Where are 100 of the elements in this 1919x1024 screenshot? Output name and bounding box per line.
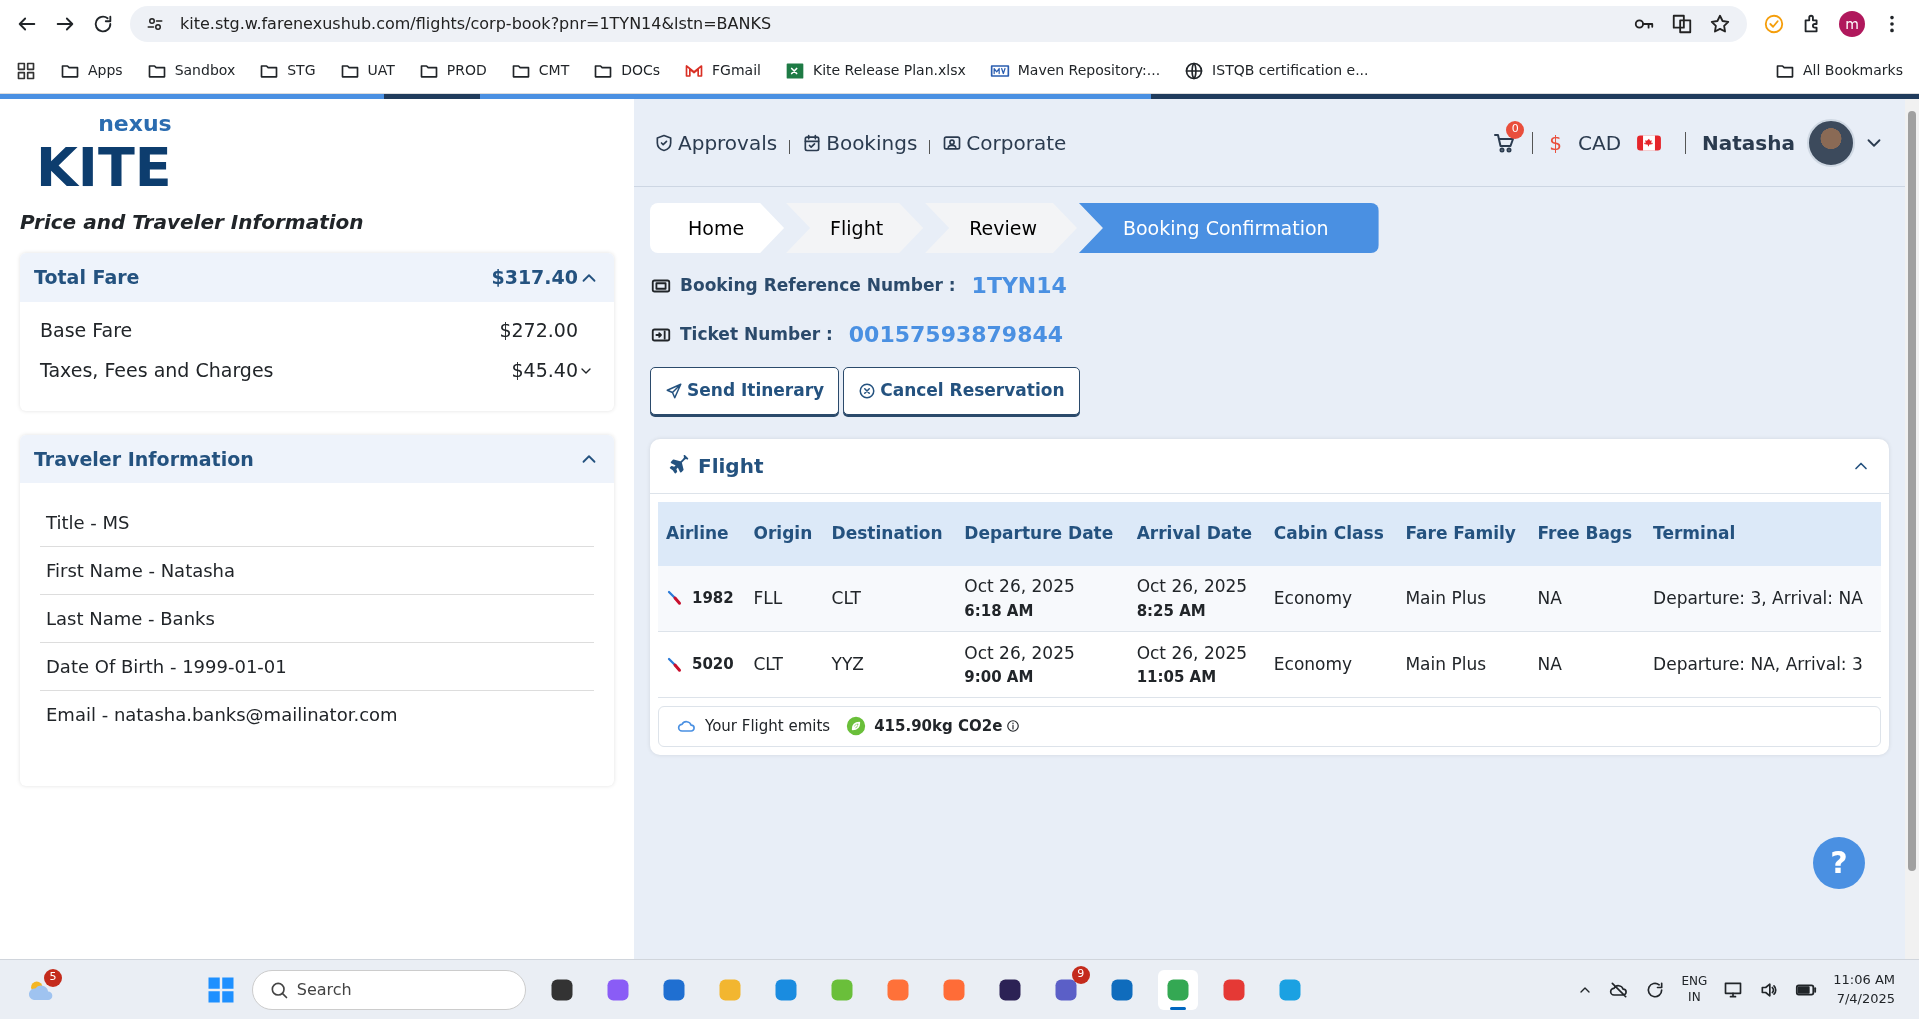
table-cell: Economy: [1265, 565, 1398, 632]
column-header: Origin: [745, 501, 824, 566]
time-text: 11:05 AM: [1136, 667, 1218, 688]
date-text: Oct 26, 2025: [1136, 641, 1249, 665]
traveler-field: First Name - Natasha: [40, 547, 594, 596]
traveler-field: Title - MS: [40, 499, 594, 548]
notification-badge: 9: [1071, 965, 1090, 984]
time-text: 8:25 AM: [1136, 600, 1207, 622]
bookmark-link[interactable]: FGmail: [684, 60, 761, 81]
table-cell: NA: [1529, 631, 1646, 698]
date-text: Oct 26, 2025: [964, 575, 1076, 599]
cancel-icon: [858, 381, 877, 400]
table-cell: Main Plus: [1397, 631, 1530, 698]
column-header: Departure Date: [956, 501, 1129, 566]
bookmark-link[interactable]: Kite Release Plan.xlsx: [784, 60, 966, 81]
bookmark-link[interactable]: UAT: [339, 60, 395, 81]
date-text: Oct 26, 2025: [1136, 575, 1249, 599]
traveler-field: Email - natasha.banks@mailinator.com: [40, 691, 594, 739]
cart-count-badge: 0: [1506, 120, 1525, 139]
search-placeholder: Search: [296, 978, 352, 1001]
globe-icon: [1184, 60, 1205, 81]
booking-label: Booking Reference Number :: [680, 273, 956, 297]
column-header: Fare Family: [1397, 501, 1530, 566]
booking-reference: 1TYN14: [971, 272, 1067, 300]
time-text: 6:18 AM: [964, 600, 1035, 622]
breadcrumb-step[interactable]: Home: [650, 203, 785, 253]
nav-link[interactable]: Bookings: [802, 127, 918, 158]
traveler-title: Traveler Information: [34, 447, 255, 472]
airline-tail-icon: [666, 589, 684, 608]
shield-icon: [654, 132, 674, 153]
currency-code: CAD: [1578, 129, 1622, 157]
bookmark-link[interactable]: STG: [259, 60, 316, 81]
bookmark-link[interactable]: DOCs: [593, 60, 661, 81]
address-bar[interactable]: kite.stg.w.farenexushub.com/flights/corp-book?pnr=1TYN14&lstn=BANKS: [130, 6, 1747, 42]
cloud-offline-icon[interactable]: [1609, 979, 1630, 1000]
bookmark-link[interactable]: ISTQB certification e...: [1184, 60, 1369, 81]
star-icon[interactable]: [1709, 13, 1731, 35]
column-header: Destination: [823, 501, 957, 566]
breadcrumb-step[interactable]: Review: [925, 203, 1077, 253]
table-cell: Main Plus: [1397, 565, 1530, 632]
flight-title: Flight: [698, 452, 765, 480]
fare-title: Total Fare: [34, 265, 141, 291]
kite-logo: nexus KITE: [35, 110, 173, 200]
emission-value: 415.90kg CO2e: [874, 716, 1003, 737]
fare-label: Taxes, Fees and Charges: [40, 358, 275, 384]
send-icon: [665, 381, 683, 400]
bookmark-link[interactable]: Sandbox: [146, 60, 236, 81]
bookmark-link[interactable]: PROD: [418, 60, 487, 81]
reload-icon[interactable]: [92, 13, 114, 35]
table-cell: NA: [1529, 565, 1646, 632]
user-name[interactable]: Natasha: [1702, 127, 1795, 158]
currency-symbol: $: [1549, 129, 1562, 157]
emission-label: Your Flight emits: [705, 716, 831, 737]
traveler-header[interactable]: Traveler Information: [20, 435, 614, 484]
ticket-number: 00157593879844: [848, 321, 1064, 349]
table-cell: Departure: NA, Arrival: 3: [1645, 631, 1881, 698]
leaf-icon: [846, 716, 867, 737]
column-header: Airline: [658, 501, 746, 566]
notification-badge: 5: [44, 968, 62, 987]
nav-link[interactable]: Corporate: [942, 127, 1067, 158]
breadcrumb-step[interactable]: Flight: [786, 203, 924, 253]
traveler-field: Date Of Birth - 1999-01-01: [40, 643, 594, 692]
table-cell: Departure: 3, Arrival: NA: [1645, 565, 1881, 632]
site-settings-icon[interactable]: [146, 15, 164, 33]
language-indicator[interactable]: ENG IN: [1681, 973, 1708, 1006]
fare-amount: $272.00: [499, 318, 578, 343]
profile-avatar[interactable]: m: [1839, 11, 1865, 37]
apps-grid-icon[interactable]: [16, 60, 36, 81]
user-avatar[interactable]: [1807, 118, 1855, 167]
bookmark-link[interactable]: Apps: [60, 60, 123, 81]
bookmark-link[interactable]: Maven Repository:...: [989, 60, 1161, 81]
flight-header[interactable]: Flight: [650, 438, 1889, 494]
booking-label: Ticket Number :: [680, 322, 833, 346]
taskbar-app[interactable]: [1157, 969, 1198, 1010]
flight-number: 5020: [692, 654, 734, 676]
bookmark-link[interactable]: All Bookmarks: [1774, 60, 1903, 81]
table-cell: CLT: [745, 631, 824, 698]
column-header: Terminal: [1645, 501, 1881, 566]
fare-header[interactable]: Total Fare $317.40: [20, 253, 614, 302]
table-cell: YYZ: [823, 631, 957, 698]
airline-tail-icon: [666, 655, 684, 674]
clock[interactable]: 11:06 AM 7/4/2025: [1833, 971, 1895, 1008]
bookmark-link[interactable]: CMT: [510, 60, 570, 81]
nav-link[interactable]: Approvals: [654, 127, 778, 158]
info-icon[interactable]: [1006, 719, 1021, 734]
cancel-reservation-button[interactable]: Cancel Reservation: [843, 367, 1080, 415]
traveler-field: Last Name - Banks: [40, 595, 594, 644]
table-cell: CLT: [823, 565, 957, 632]
scrollbar-thumb[interactable]: [1908, 111, 1916, 871]
fare-label: Base Fare: [40, 318, 134, 343]
total-amount: $317.40: [491, 265, 578, 291]
translate-icon[interactable]: [1671, 13, 1693, 35]
table-cell: FLL: [745, 565, 824, 632]
taskbar-search[interactable]: Search: [251, 969, 526, 1010]
column-header: Cabin Class: [1265, 501, 1398, 566]
send-itinerary-button[interactable]: Send Itinerary: [650, 367, 840, 415]
time-text: 9:00 AM: [964, 667, 1035, 688]
fare-amount: $45.40: [511, 358, 578, 384]
url-text: kite.stg.w.farenexushub.com/flights/corp-book?pnr=1TYN14&lstn=BANKS: [180, 13, 772, 35]
calendar-icon: [802, 132, 823, 153]
